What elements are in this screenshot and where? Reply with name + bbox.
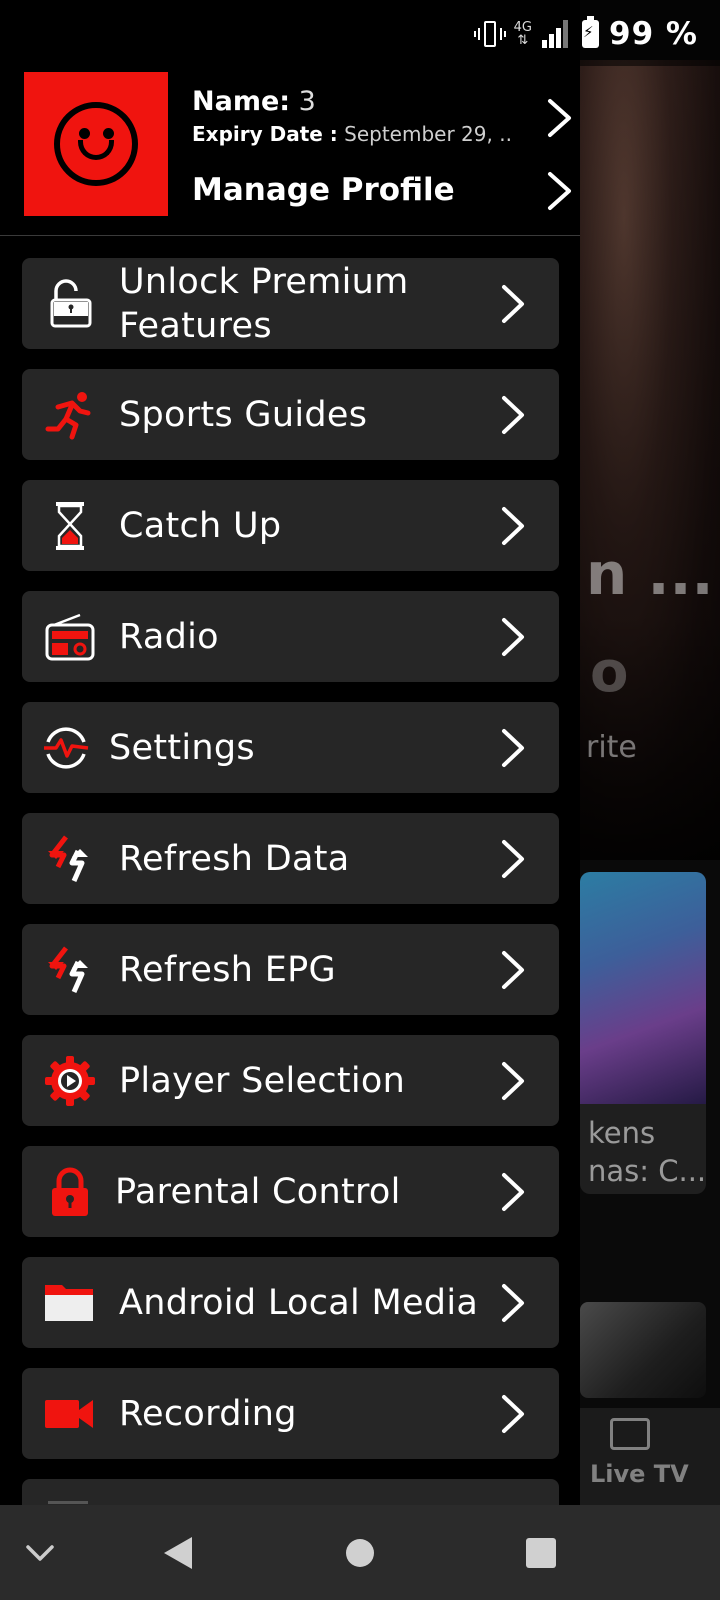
menu-item-label: Player Selection	[119, 1060, 406, 1101]
menu-item-label: Radio	[119, 616, 219, 657]
refresh-icon	[44, 833, 96, 885]
menu-item-label: Catch Up	[119, 505, 282, 546]
settings-pulse-icon	[40, 722, 92, 774]
chevron-right-icon	[493, 283, 533, 325]
battery-charging-icon	[582, 16, 599, 48]
avatar[interactable]	[24, 72, 168, 216]
movie-poster	[580, 872, 706, 1104]
chevron-right-icon	[493, 1060, 533, 1102]
hourglass-icon	[44, 500, 96, 552]
drawer-menu: Unlock Premium Features Sports Guides Ca…	[22, 258, 559, 1505]
system-navigation-bar	[0, 1505, 720, 1600]
menu-item-label: Parental Control	[115, 1171, 401, 1212]
chevron-down-icon	[26, 1544, 54, 1561]
profile-header: Name: 3 Expiry Date : September 29, .. M…	[0, 66, 580, 236]
manage-profile-link[interactable]: Manage Profile	[192, 172, 455, 208]
home-circle-icon	[346, 1538, 374, 1567]
video-camera-icon	[44, 1388, 96, 1440]
chevron-right-icon	[493, 616, 533, 658]
chevron-right-icon	[493, 394, 533, 436]
movie-card[interactable]: kens nas: C...	[580, 872, 706, 1194]
menu-item-refresh-data[interactable]: Refresh Data	[22, 813, 559, 904]
movie-card-2[interactable]	[580, 1302, 706, 1398]
profile-chevron-right-icon[interactable]	[540, 98, 580, 138]
movie-title-line2: nas: C...	[588, 1154, 706, 1188]
network-type: 4G ⇅	[513, 20, 532, 48]
nav-collapse-button[interactable]	[14, 1505, 66, 1600]
menu-item-catch-up[interactable]: Catch Up	[22, 480, 559, 571]
manage-profile-chevron-right-icon[interactable]	[540, 171, 580, 211]
chevron-right-icon	[493, 949, 533, 991]
back-triangle-icon	[164, 1536, 192, 1569]
refresh-icon	[44, 944, 96, 996]
menu-item-android-local-media[interactable]: Android Local Media	[22, 1257, 559, 1348]
home-button[interactable]	[337, 1505, 383, 1600]
live-tv-tab[interactable]: Live TV	[590, 1460, 689, 1488]
folder-icon	[44, 1277, 96, 1329]
menu-item-label: Android Local Media	[119, 1282, 479, 1323]
recents-square-icon	[526, 1537, 556, 1568]
status-bar: 4G⇅ 99 %	[0, 0, 720, 66]
tv-icon[interactable]	[610, 1418, 650, 1450]
chevron-right-icon	[493, 1393, 533, 1435]
chevron-right-icon	[493, 1282, 533, 1324]
vibrate-icon	[473, 21, 507, 47]
chevron-right-icon	[493, 727, 533, 769]
battery-percent: 99 %	[609, 16, 698, 52]
menu-item-radio[interactable]: Radio	[22, 591, 559, 682]
recents-button[interactable]	[518, 1505, 564, 1600]
menu-item-refresh-epg[interactable]: Refresh EPG	[22, 924, 559, 1015]
navigation-drawer: Name: 3 Expiry Date : September 29, .. M…	[0, 0, 580, 1505]
menu-item-label: Settings	[109, 727, 255, 768]
menu-item-label: Refresh EPG	[119, 949, 336, 990]
menu-item-label: Recording	[119, 1393, 297, 1434]
smiley-icon	[54, 102, 138, 186]
profile-name: Name: 3	[192, 86, 316, 117]
menu-item-player-selection[interactable]: Player Selection	[22, 1035, 559, 1126]
lock-icon	[44, 1166, 96, 1218]
menu-item-label: Unlock Premium Features	[119, 261, 409, 346]
runner-icon	[44, 389, 96, 441]
chevron-right-icon	[493, 838, 533, 880]
menu-item-parental-control[interactable]: Parental Control	[22, 1146, 559, 1237]
hero-play-icon: o	[590, 640, 629, 705]
favorite-label[interactable]: rite	[586, 730, 637, 765]
menu-item-settings[interactable]: Settings	[22, 702, 559, 793]
signal-icon	[542, 20, 572, 48]
menu-item-label: Sports Guides	[119, 394, 368, 435]
chevron-right-icon	[493, 505, 533, 547]
menu-item-unlock-premium[interactable]: Unlock Premium Features	[22, 258, 559, 349]
hero-title: n ...	[586, 540, 714, 608]
menu-item-sports-guides[interactable]: Sports Guides	[22, 369, 559, 460]
gear-play-icon	[44, 1055, 96, 1107]
expiry-date: Expiry Date : September 29, ..	[192, 122, 512, 146]
movie-title-line1: kens	[588, 1116, 656, 1150]
menu-item-partial[interactable]	[22, 1479, 559, 1505]
unlock-icon	[44, 278, 96, 330]
radio-icon	[44, 611, 96, 663]
back-button[interactable]	[155, 1505, 201, 1600]
menu-item-label: Refresh Data	[119, 838, 350, 879]
menu-item-recording[interactable]: Recording	[22, 1368, 559, 1459]
chevron-right-icon	[493, 1171, 533, 1213]
